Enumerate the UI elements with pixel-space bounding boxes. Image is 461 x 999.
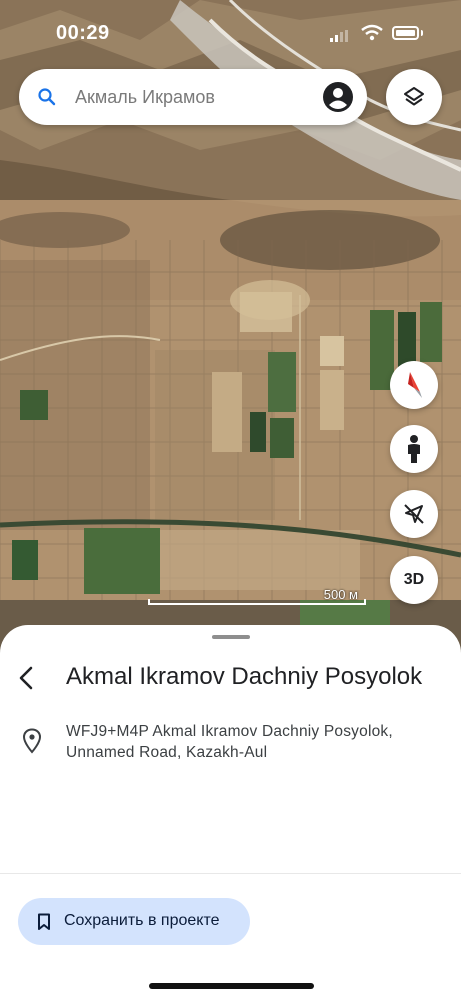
address-line-2: Unnamed Road, Kazakh-Aul — [66, 744, 268, 761]
street-view-button[interactable] — [390, 425, 438, 473]
compass-icon — [408, 372, 422, 398]
save-to-project-button[interactable]: Сохранить в проекте — [18, 898, 250, 945]
scale-line — [148, 599, 366, 605]
cellular-signal-icon — [330, 30, 348, 42]
place-sheet[interactable]: Akmal Ikramov Dachniy Posyolok WFJ9+M4P … — [0, 625, 461, 999]
layers-icon — [404, 87, 424, 106]
place-address: WFJ9+M4P Akmal Ikramov Dachniy Posyolok,… — [66, 721, 446, 763]
place-title: Akmal Ikramov Dachniy Posyolok — [66, 663, 423, 690]
battery-tip — [421, 30, 423, 36]
pin-icon — [22, 728, 42, 754]
address-line-1: WFJ9+M4P Akmal Ikramov Dachniy Posyolok, — [66, 723, 393, 740]
status-bar: 00:29 — [0, 0, 461, 60]
home-indicator[interactable] — [149, 983, 314, 989]
location-off-icon — [404, 504, 424, 524]
3d-label: 3D — [403, 571, 425, 588]
satellite-map[interactable]: 00:29 Акмаль Икрамов 3D 500 м — [0, 0, 461, 660]
compass-button[interactable] — [390, 361, 438, 409]
status-time: 00:29 — [56, 22, 110, 44]
sheet-drag-handle[interactable] — [212, 635, 250, 639]
pegman-icon — [408, 435, 420, 463]
back-icon[interactable] — [16, 665, 38, 691]
search-icon — [38, 88, 56, 106]
3d-toggle-button[interactable]: 3D — [390, 556, 438, 604]
wifi-icon — [361, 24, 383, 41]
search-input[interactable]: Акмаль Икрамов — [75, 87, 215, 108]
search-bar[interactable]: Акмаль Икрамов — [19, 69, 367, 125]
scale-bar: 500 м — [148, 587, 366, 607]
account-icon[interactable] — [323, 82, 353, 112]
save-button-label: Сохранить в проекте — [64, 912, 220, 929]
my-location-button[interactable] — [390, 490, 438, 538]
divider — [0, 873, 461, 874]
layers-button[interactable] — [386, 69, 442, 125]
bookmark-icon — [38, 913, 50, 930]
battery-icon — [392, 26, 419, 40]
